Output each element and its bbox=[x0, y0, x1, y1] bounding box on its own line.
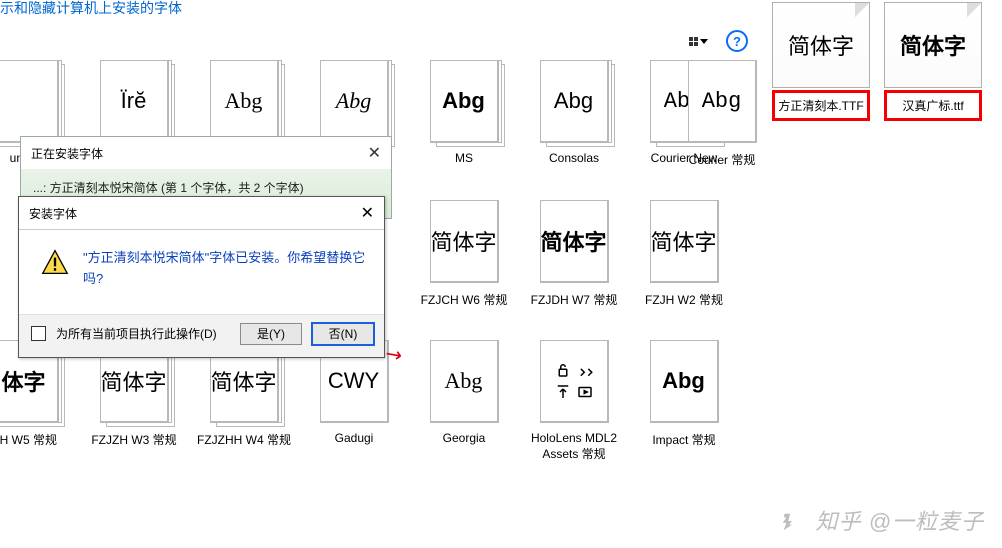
dialog-message: "方正清刻本悦宋简体"字体已安装。你希望替换它吗? bbox=[83, 248, 366, 290]
font-item[interactable]: Abg Consolas bbox=[520, 60, 628, 181]
font-preview: Abg bbox=[540, 60, 609, 143]
font-item[interactable]: 简体字 FZJDH W7 常规 bbox=[520, 200, 628, 321]
hide-fonts-link[interactable]: 示和隐藏计算机上安装的字体 bbox=[0, 0, 182, 18]
font-name: FZJCH W6 常规 bbox=[414, 291, 514, 321]
font-item[interactable]: Abg Courier 常规 bbox=[668, 60, 776, 181]
font-item[interactable]: 简体字 FZJH W2 常规 bbox=[630, 200, 738, 321]
font-preview: Abg bbox=[430, 60, 499, 143]
font-item[interactable]: Abg Georgia bbox=[410, 340, 518, 462]
font-files-panel: 简体字 方正清刻本.TTF 简体字 汉真广标.ttf bbox=[772, 2, 1002, 121]
font-name: Courier 常规 bbox=[672, 151, 772, 181]
grid-icon bbox=[689, 37, 698, 46]
progress-title: 正在安装字体 bbox=[31, 145, 103, 162]
font-item[interactable]: 简体字FZJZHH W4 常规 bbox=[190, 340, 298, 462]
font-preview: Abg bbox=[210, 60, 279, 143]
font-preview: Abg bbox=[688, 60, 757, 143]
font-file-name-highlight: 汉真广标.ttf bbox=[884, 90, 982, 121]
font-name: HoloLens MDL2 Assets 常规 bbox=[524, 431, 624, 462]
font-preview bbox=[540, 340, 609, 423]
font-name: CH W5 常规 bbox=[0, 431, 74, 461]
font-preview: Abg bbox=[650, 340, 719, 423]
install-font-dialog: 安装字体 ✕ "方正清刻本悦宋简体"字体已安装。你希望替换它吗? 为所有当前项目… bbox=[18, 196, 385, 358]
font-name: FZJZHH W4 常规 bbox=[194, 431, 294, 461]
font-preview: 简体字 bbox=[430, 200, 499, 283]
font-preview: Abg bbox=[430, 340, 499, 423]
font-item[interactable]: 简体字FZJZH W3 常规 bbox=[80, 340, 188, 462]
font-item[interactable]: Abg Impact 常规 bbox=[630, 340, 738, 462]
toolbar: ? bbox=[685, 30, 748, 52]
font-name: FZJDH W7 常规 bbox=[524, 291, 624, 321]
warning-icon bbox=[41, 248, 69, 290]
font-item[interactable]: 简体字 FZJCH W6 常规 bbox=[410, 200, 518, 321]
font-file-name-highlight: 方正清刻本.TTF bbox=[772, 90, 870, 121]
watermark: 知乎 @一粒麦子 bbox=[780, 504, 984, 536]
font-name: Gadugi bbox=[304, 431, 404, 461]
font-name: MS bbox=[414, 151, 514, 181]
apply-all-checkbox[interactable] bbox=[31, 326, 46, 341]
font-file[interactable]: 简体字 方正清刻本.TTF bbox=[772, 2, 870, 121]
dialog-title: 安装字体 bbox=[29, 205, 77, 222]
font-item[interactable]: 体字CH W5 常规 bbox=[0, 340, 78, 462]
font-preview: 简体字 bbox=[540, 200, 609, 283]
font-name: FZJZH W3 常规 bbox=[84, 431, 184, 461]
font-grid-row-3: 体字CH W5 常规简体字FZJZH W3 常规简体字FZJZHH W4 常规 C… bbox=[0, 340, 760, 462]
close-icon[interactable]: ✕ bbox=[368, 143, 381, 163]
no-button[interactable]: 否(N) bbox=[312, 323, 374, 345]
font-name: FZJH W2 常规 bbox=[634, 291, 734, 321]
font-file[interactable]: 简体字 汉真广标.ttf bbox=[884, 2, 982, 121]
help-button[interactable]: ? bbox=[726, 30, 748, 52]
font-name: Georgia bbox=[414, 431, 514, 461]
font-preview: 简体字 bbox=[650, 200, 719, 283]
font-preview: Abg bbox=[320, 60, 389, 143]
font-file-preview: 简体字 bbox=[772, 2, 870, 88]
font-file-preview: 简体字 bbox=[884, 2, 982, 88]
font-name: Impact 常规 bbox=[634, 431, 734, 461]
font-item[interactable]: HoloLens MDL2 Assets 常规 bbox=[520, 340, 628, 462]
font-item[interactable]: Abg MS bbox=[410, 60, 518, 181]
font-preview bbox=[0, 60, 59, 143]
yes-button[interactable]: 是(Y) bbox=[240, 323, 302, 345]
close-icon[interactable]: ✕ bbox=[361, 203, 374, 223]
chevron-down-icon bbox=[700, 39, 708, 44]
font-preview: Ïrĕ bbox=[100, 60, 169, 143]
view-mode-button[interactable] bbox=[685, 35, 712, 48]
font-name: Consolas bbox=[524, 151, 624, 181]
font-grid-row-2: 简体字FZJCH W6 常规简体字FZJDH W7 常规简体字FZJH W2 常… bbox=[410, 200, 738, 321]
apply-all-label: 为所有当前项目执行此操作(D) bbox=[56, 325, 230, 342]
